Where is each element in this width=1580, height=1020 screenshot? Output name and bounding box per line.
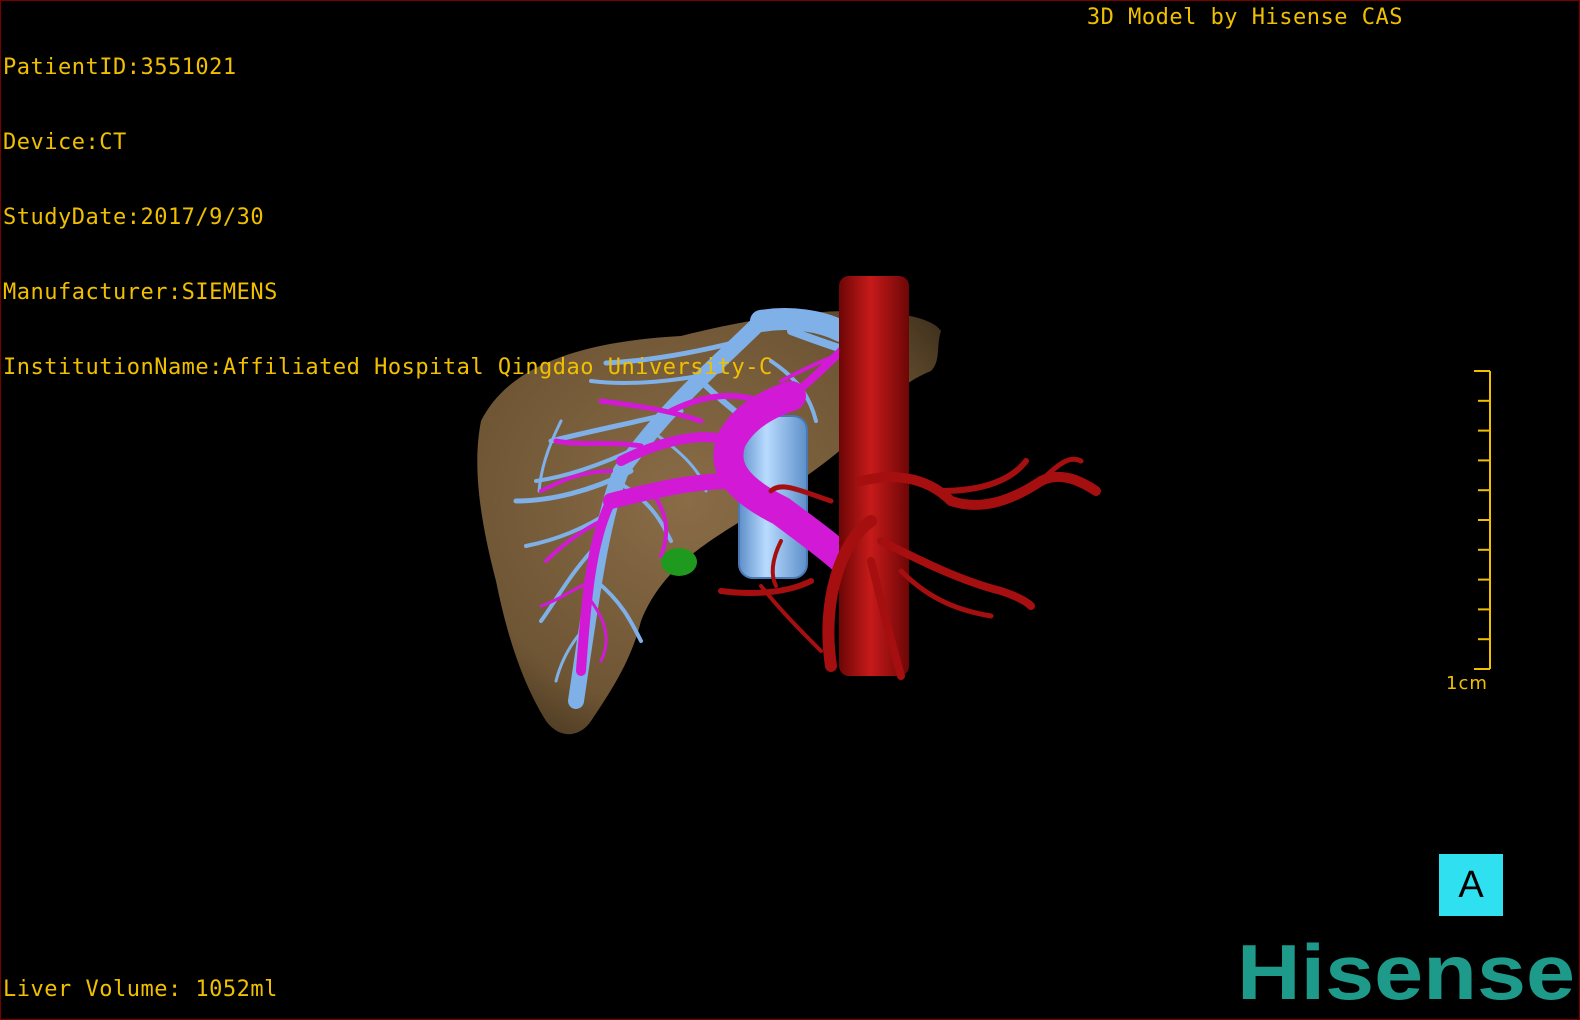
patient-info-overlay: PatientID:3551021 Device:CT StudyDate:20… — [3, 5, 773, 430]
gallbladder — [661, 548, 697, 576]
liver-volume: Liver Volume: 1052ml — [3, 977, 278, 1002]
institution-name: InstitutionName:Affiliated Hospital Qing… — [3, 355, 773, 380]
scale-label: 1cm — [1446, 673, 1488, 694]
orientation-indicator[interactable]: A — [1439, 854, 1503, 916]
study-date: StudyDate:2017/9/30 — [3, 205, 265, 230]
hisense-logo: Hisense — [1237, 931, 1575, 1011]
3d-viewport[interactable]: PatientID:3551021 Device:CT StudyDate:20… — [0, 0, 1580, 1020]
logo-text: Hisense — [1237, 931, 1575, 1011]
scale-bar — [1474, 370, 1491, 670]
device: Device:CT — [3, 130, 127, 155]
model-credit: 3D Model by Hisense CAS — [1086, 5, 1403, 30]
manufacturer: Manufacturer:SIEMENS — [3, 280, 278, 305]
patient-id: PatientID:3551021 — [3, 55, 237, 80]
